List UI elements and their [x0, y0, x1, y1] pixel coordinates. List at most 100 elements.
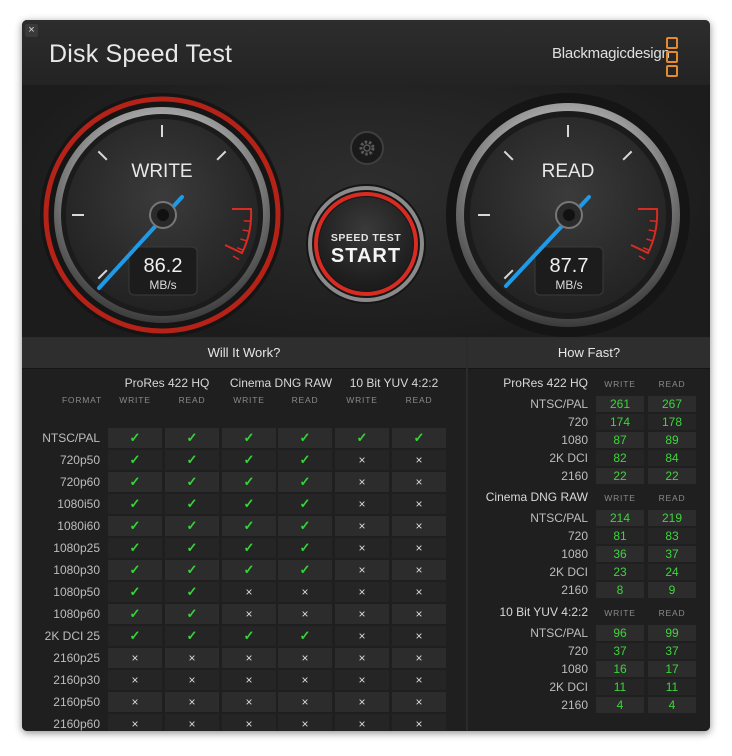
check-icon: ✓: [243, 430, 255, 445]
check-icon: ✓: [129, 452, 141, 467]
cross-icon: ×: [245, 585, 253, 599]
check-icon: ✓: [186, 518, 198, 533]
check-icon: ✓: [243, 452, 255, 467]
how-fast-read-value: 22: [665, 469, 679, 483]
cross-icon: ×: [358, 607, 366, 621]
how-fast-write-value: 96: [613, 626, 627, 640]
how-fast-read-value: 17: [665, 662, 679, 676]
how-fast-write-value: 87: [613, 433, 627, 447]
how-fast-write-value: 82: [613, 451, 627, 465]
settings-button[interactable]: [350, 131, 384, 165]
speed-test-start-button[interactable]: SPEED TEST START: [306, 184, 426, 304]
cross-icon: ×: [131, 673, 139, 687]
how-fast-read-value: 267: [661, 397, 683, 411]
cross-icon: ×: [415, 497, 423, 511]
format-row-label: 1080i50: [57, 497, 100, 511]
how-fast-read-value: 11: [665, 680, 679, 694]
write-speed-value: 86.2: [144, 255, 183, 277]
how-fast-format-label: 2160: [561, 469, 588, 483]
check-icon: ✓: [243, 562, 255, 577]
check-icon: ✓: [129, 518, 141, 533]
how-fast-read-value: 37: [665, 644, 679, 658]
how-fast-format-label: NTSC/PAL: [530, 511, 588, 525]
check-icon: ✓: [299, 430, 311, 445]
check-icon: ✓: [186, 628, 198, 643]
how-fast-format-label: NTSC/PAL: [530, 626, 588, 640]
check-icon: ✓: [129, 562, 141, 577]
cross-icon: ×: [358, 563, 366, 577]
how-fast-write-value: 4: [616, 698, 624, 712]
cross-icon: ×: [415, 629, 423, 643]
check-icon: ✓: [186, 562, 198, 577]
codec-header: ProRes 422 HQ: [124, 376, 210, 390]
format-row-label: 1080p30: [53, 563, 100, 577]
how-fast-format-label: 1080: [561, 433, 588, 447]
codec-header: Cinema DNG RAW: [229, 376, 333, 390]
how-fast-write-value: 261: [609, 397, 631, 411]
title-bar: Disk Speed Test Blackmagicdesign: [22, 20, 710, 85]
how-fast-write-header: WRITE: [604, 379, 636, 389]
check-icon: ✓: [129, 496, 141, 511]
cross-icon: ×: [131, 695, 139, 709]
how-fast-read-value: 219: [661, 511, 683, 525]
cross-icon: ×: [415, 453, 423, 467]
column-subheader: WRITE: [233, 395, 265, 405]
cross-icon: ×: [415, 695, 423, 709]
how-fast-panel: How Fast? ProRes 422 HQ WRITE READ 261 267 NT…: [468, 338, 710, 731]
cross-icon: ×: [131, 717, 139, 731]
gauge-area: WRITE 86.2 MB/s READ 87.7 MB/s SPEED TES…: [22, 85, 710, 337]
check-icon: ✓: [243, 496, 255, 511]
check-icon: ✓: [299, 518, 311, 533]
check-icon: ✓: [186, 606, 198, 621]
how-fast-read-value: 37: [665, 547, 679, 561]
check-icon: ✓: [299, 496, 311, 511]
how-fast-read-value: 178: [661, 415, 683, 429]
cross-icon: ×: [245, 695, 253, 709]
check-icon: ✓: [299, 628, 311, 643]
how-fast-read-value: 89: [665, 433, 679, 447]
write-gauge: WRITE 86.2 MB/s: [40, 93, 284, 337]
format-column-header: FORMAT: [61, 395, 102, 405]
cross-icon: ×: [188, 673, 196, 687]
cross-icon: ×: [301, 717, 309, 731]
how-fast-codec-header: ProRes 422 HQ: [503, 376, 588, 390]
close-button[interactable]: ×: [25, 24, 38, 37]
read-gauge-label: READ: [542, 161, 595, 182]
check-icon: ✓: [299, 540, 311, 555]
cross-icon: ×: [415, 563, 423, 577]
cross-icon: ×: [301, 651, 309, 665]
how-fast-write-header: WRITE: [604, 608, 636, 618]
cross-icon: ×: [415, 541, 423, 555]
cross-icon: ×: [188, 651, 196, 665]
how-fast-format-label: 2K DCI: [549, 565, 588, 579]
read-gauge: READ 87.7 MB/s: [446, 93, 690, 337]
will-it-work-panel: Will It Work? ProRes 422 HQ Cinema DNG RA…: [22, 338, 466, 731]
cross-icon: ×: [415, 673, 423, 687]
how-fast-read-value: 9: [668, 583, 676, 597]
how-fast-write-value: 214: [609, 511, 631, 525]
cross-icon: ×: [415, 717, 423, 731]
column-subheader: READ: [291, 395, 319, 405]
close-icon: ×: [28, 24, 35, 36]
how-fast-format-label: 2K DCI: [549, 680, 588, 694]
check-icon: ✓: [186, 496, 198, 511]
cross-icon: ×: [415, 651, 423, 665]
write-gauge-label: WRITE: [131, 161, 192, 182]
read-speed-value: 87.7: [550, 255, 589, 277]
app-title: Disk Speed Test: [49, 40, 233, 68]
format-row-label: NTSC/PAL: [42, 431, 100, 445]
how-fast-write-value: 11: [613, 680, 627, 694]
cross-icon: ×: [301, 585, 309, 599]
how-fast-format-label: 1080: [561, 662, 588, 676]
how-fast-read-header: READ: [658, 493, 686, 503]
cross-icon: ×: [358, 541, 366, 555]
cross-icon: ×: [415, 607, 423, 621]
how-fast-write-value: 37: [613, 644, 627, 658]
cross-icon: ×: [245, 607, 253, 621]
cross-icon: ×: [358, 717, 366, 731]
cross-icon: ×: [301, 607, 309, 621]
column-subheader: WRITE: [119, 395, 151, 405]
read-speed-unit: MB/s: [555, 278, 582, 292]
how-fast-format-label: 720: [567, 644, 588, 658]
check-icon: ✓: [356, 430, 368, 445]
